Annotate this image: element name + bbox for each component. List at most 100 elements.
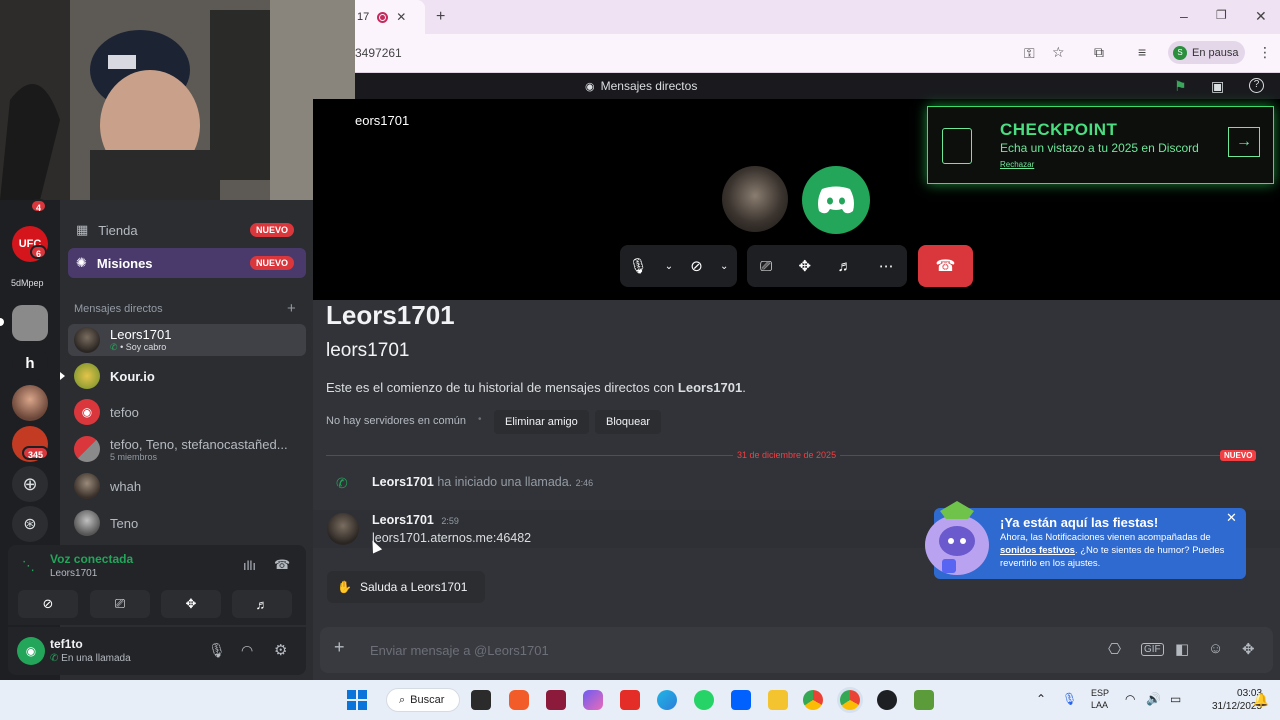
message-input[interactable] xyxy=(370,639,1070,661)
inbox-icon[interactable]: ▣ xyxy=(1211,78,1224,95)
disconnect-icon[interactable]: ☎ xyxy=(274,557,290,573)
tray-mic-icon[interactable]: 🎙 xyxy=(1062,692,1077,706)
sidebar-item-missions[interactable]: ✺ Misiones NUEVO xyxy=(68,248,306,278)
audio-video-controls: 🎙 ⌄ ⊘ ⌄ xyxy=(620,245,737,287)
copilot-icon[interactable] xyxy=(583,690,603,710)
checkpoint-dismiss-link[interactable]: Rechazar xyxy=(1000,160,1034,169)
whatsapp-icon[interactable] xyxy=(694,690,714,710)
volume-icon[interactable]: 🔊 xyxy=(1146,692,1161,706)
headphones-icon[interactable]: ◠ xyxy=(241,642,253,659)
wifi-icon[interactable]: ◠ xyxy=(1125,692,1135,706)
remove-friend-button[interactable]: Eliminar amigo xyxy=(494,410,589,434)
server-icon-h[interactable]: h xyxy=(12,345,48,381)
festive-sounds-link[interactable]: sonidos festivos xyxy=(1000,545,1075,556)
message-author-avatar[interactable] xyxy=(327,513,359,545)
sticker-icon[interactable]: ◧ xyxy=(1175,640,1189,658)
minecraft-icon[interactable] xyxy=(914,690,934,710)
media-controls-icon[interactable]: ≡ xyxy=(1138,44,1146,60)
dm-item[interactable]: ◉ tefoo xyxy=(68,396,306,428)
dm-item[interactable]: Teno xyxy=(68,507,306,539)
message-content: leors1701.aternos.me:46482 xyxy=(372,531,532,545)
edge-browser-icon[interactable] xyxy=(657,690,677,710)
voice-channel[interactable]: Leors1701 xyxy=(50,568,97,579)
camera-off-icon[interactable]: ⊘ xyxy=(690,257,703,275)
mute-microphone-icon[interactable]: 🎙 xyxy=(208,642,226,659)
microphone-icon[interactable]: 🎙 xyxy=(629,257,648,275)
gif-icon[interactable]: GIF xyxy=(1141,643,1164,656)
settings-gear-icon[interactable]: ⚙ xyxy=(274,641,287,659)
voice-status[interactable]: Voz conectada xyxy=(50,552,133,566)
camera-toggle-button[interactable]: ⊘ xyxy=(18,590,78,618)
close-window-icon[interactable]: ✕ xyxy=(1255,8,1267,25)
noise-suppression-icon[interactable]: ıllı xyxy=(243,558,256,573)
dropbox-icon[interactable] xyxy=(731,690,751,710)
checkpoint-arrow-button[interactable]: → xyxy=(1228,127,1260,157)
close-tab-icon[interactable]: ✕ xyxy=(396,10,406,24)
wave-button[interactable]: ✋ Saluda a Leors1701 xyxy=(327,571,485,603)
profile-button[interactable]: S En pausa xyxy=(1168,41,1245,64)
task-view-icon[interactable] xyxy=(471,690,491,710)
battery-icon[interactable]: ▭ xyxy=(1170,692,1181,706)
screen-share-icon[interactable]: ⎚ xyxy=(760,258,772,275)
more-icon[interactable]: ⋯ xyxy=(879,257,894,275)
quest-flag-icon[interactable]: ⚑ xyxy=(1174,78,1187,95)
youtube-icon[interactable] xyxy=(620,690,640,710)
dm-item[interactable]: Kour.io xyxy=(68,360,306,392)
chrome-profile-icon[interactable] xyxy=(840,690,860,710)
menu-kebab-icon[interactable]: ⋮ xyxy=(1258,44,1272,61)
app-icon[interactable] xyxy=(546,690,566,710)
server-icon-avatar[interactable] xyxy=(12,385,48,421)
dm-item[interactable]: tefoo, Teno, stefanocastañed... 5 miembr… xyxy=(68,433,306,465)
sidebar-item-shop[interactable]: ▦ Tienda NUEVO xyxy=(68,215,306,245)
windows-start-icon[interactable] xyxy=(347,690,367,710)
add-server-button[interactable]: ⊕ xyxy=(12,466,48,502)
user-avatar[interactable]: ◉ xyxy=(17,637,45,665)
taskbar-search[interactable]: ⌕ Buscar xyxy=(386,688,460,712)
dm-item[interactable]: whah xyxy=(68,470,306,502)
activities-button[interactable]: ✥ xyxy=(161,590,221,618)
help-icon[interactable]: ? xyxy=(1249,78,1264,93)
extensions-icon[interactable]: ⧉ xyxy=(1094,44,1104,61)
apps-icon[interactable]: ✥ xyxy=(1242,640,1255,658)
server-icon-image[interactable] xyxy=(12,305,48,341)
obs-icon[interactable] xyxy=(877,690,897,710)
chevron-down-icon[interactable]: ⌄ xyxy=(665,261,673,272)
create-dm-icon[interactable]: + xyxy=(287,300,296,317)
keyboard-language[interactable]: ESP LAA xyxy=(1091,687,1109,711)
password-key-icon[interactable]: ⚿ xyxy=(1024,45,1035,62)
close-icon[interactable]: ✕ xyxy=(1226,510,1237,526)
soundboard-button[interactable]: ♬ xyxy=(232,590,292,618)
screen-share-icon: ⎚ xyxy=(114,596,126,611)
brave-browser-icon[interactable] xyxy=(509,690,529,710)
activities-icon[interactable]: ✥ xyxy=(799,257,812,275)
screen-share-button[interactable]: ⎚ xyxy=(90,590,150,618)
server-icon-5dmpep[interactable]: 5dMpep xyxy=(11,278,44,288)
block-button[interactable]: Bloquear xyxy=(595,410,662,434)
soundboard-icon: ♬ xyxy=(255,596,269,612)
emoji-icon[interactable]: ☺ xyxy=(1208,640,1223,657)
dm-item[interactable]: Leors1701 ✆ • Soy cabro xyxy=(68,324,306,356)
file-explorer-icon[interactable] xyxy=(768,690,788,710)
notification-bell-icon[interactable]: 🔔 xyxy=(1253,692,1269,708)
hang-up-button[interactable]: ☎ xyxy=(918,245,973,287)
bookmark-star-icon[interactable]: ☆ xyxy=(1052,44,1065,61)
explore-servers-button[interactable]: ⊛ xyxy=(12,506,48,542)
url-text[interactable]: 3497261 xyxy=(355,46,402,60)
maximize-icon[interactable]: ❐ xyxy=(1216,8,1227,22)
browser-tab[interactable]: 17 ✕ xyxy=(355,0,425,34)
new-tab-icon[interactable]: + xyxy=(436,8,445,26)
gift-icon[interactable]: ⎔ xyxy=(1108,640,1121,658)
windows-taskbar xyxy=(0,680,1280,720)
soundboard-icon[interactable]: ♬ xyxy=(837,258,852,275)
camera-off-icon: ⊘ xyxy=(42,596,54,611)
plus-icon: ⊕ xyxy=(22,473,38,494)
attach-plus-icon[interactable]: + xyxy=(334,637,345,658)
minimize-icon[interactable]: – xyxy=(1180,8,1188,24)
user-name[interactable]: tef1to xyxy=(50,637,83,651)
self-avatar[interactable] xyxy=(802,166,870,234)
chevron-down-icon[interactable]: ⌄ xyxy=(720,261,728,272)
avatar xyxy=(74,363,100,389)
chrome-icon[interactable] xyxy=(803,690,823,710)
tray-chevron-icon[interactable]: ⌃ xyxy=(1036,692,1046,706)
participant-avatar[interactable] xyxy=(722,166,788,232)
